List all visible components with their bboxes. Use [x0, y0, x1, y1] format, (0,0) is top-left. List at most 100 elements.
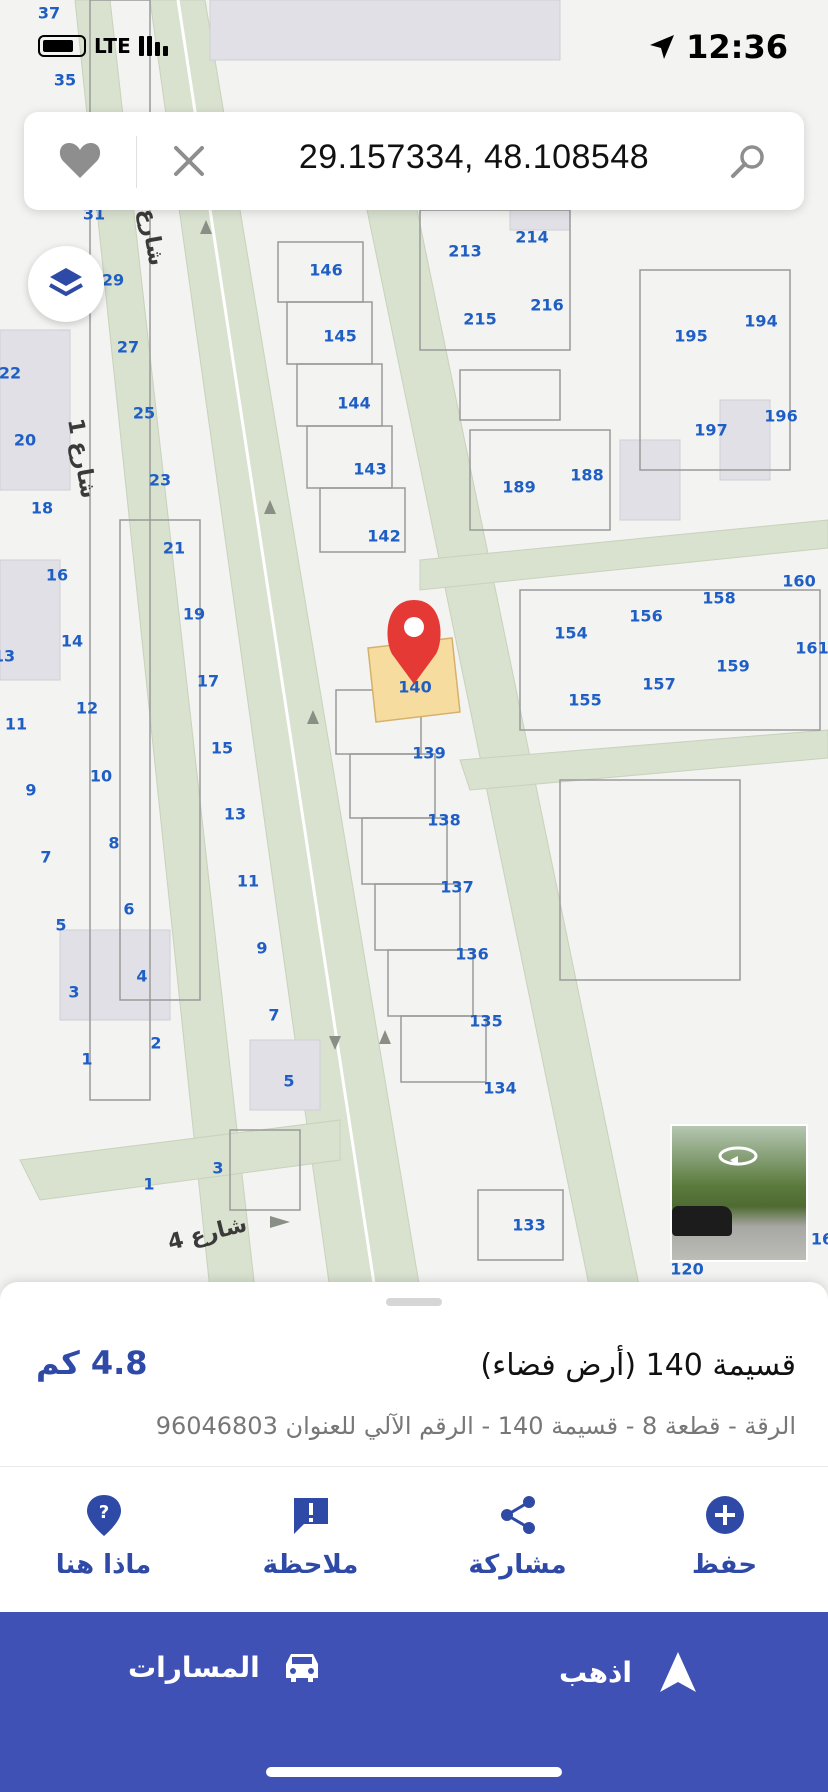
clock: 12:36: [686, 28, 788, 66]
plot-label: 157: [642, 675, 675, 694]
plot-label: 138: [427, 811, 460, 830]
plot-label: 11: [237, 872, 259, 891]
plot-label: 19: [183, 605, 205, 624]
share-icon: [500, 1496, 535, 1534]
plot-label: 3: [68, 983, 79, 1002]
close-icon[interactable]: [170, 142, 208, 180]
plot-label: 23: [149, 471, 171, 490]
plot-label: 216: [530, 296, 563, 315]
place-title: قسيمة 140 (أرض فضاء): [480, 1348, 796, 1383]
place-distance: 4.8 كم: [36, 1344, 148, 1382]
search-divider: [136, 136, 137, 188]
plot-label: 11: [5, 715, 27, 734]
go-button[interactable]: اذهب: [559, 1650, 698, 1694]
sheet-divider: [0, 1466, 828, 1467]
whats-here-button[interactable]: ? ماذا هنا: [0, 1468, 207, 1610]
plot-label: 5: [283, 1072, 294, 1091]
status-left: LTE: [38, 34, 168, 58]
plot-label: 159: [716, 657, 749, 676]
note-label: ملاحظة: [262, 1550, 359, 1580]
note-icon: [293, 1498, 328, 1534]
plot-label: 134: [483, 1079, 516, 1098]
save-label: حفظ: [691, 1550, 758, 1580]
layers-icon: [49, 268, 83, 297]
plot-label: 13: [0, 647, 15, 666]
note-button[interactable]: ملاحظة: [207, 1468, 414, 1610]
plot-label: 136: [455, 945, 488, 964]
plot-label: 194: [744, 312, 777, 331]
plot-label: 13: [224, 805, 246, 824]
plot-label: 10: [90, 767, 112, 786]
plot-label: 7: [268, 1006, 279, 1025]
street-view-car: [672, 1206, 732, 1236]
rotate-360-icon: [718, 1146, 758, 1166]
place-address: الرقة - قطعة 8 - قسيمة 140 - الرقم الآلي…: [155, 1412, 796, 1440]
navigation-bar: اذهب المسارات: [0, 1612, 828, 1792]
whats-here-label: ماذا هنا: [55, 1550, 152, 1580]
action-row: حفظ مشاركة ملاحظة ? ماذا هنا: [0, 1468, 828, 1610]
plot-label: 1: [81, 1050, 92, 1069]
plot-label: 17: [197, 672, 219, 691]
plus-circle-icon: [705, 1496, 744, 1534]
plot-label: 9: [25, 781, 36, 800]
plot-label: 158: [702, 589, 735, 608]
plot-label: 14: [61, 632, 83, 651]
plot-label: 144: [337, 394, 370, 413]
plot-label: 189: [502, 478, 535, 497]
plot-label: 4: [136, 967, 147, 986]
plot-label: 139: [412, 744, 445, 763]
plot-label: 27: [117, 338, 139, 357]
plot-label: 213: [448, 242, 481, 261]
plot-label: 145: [323, 327, 356, 346]
plot-label: 29: [102, 271, 124, 290]
plot-label: 21: [163, 539, 185, 558]
battery-icon: [38, 35, 86, 57]
plot-label: 142: [367, 527, 400, 546]
share-button[interactable]: مشاركة: [414, 1468, 621, 1610]
svg-text:?: ?: [98, 1502, 108, 1523]
car-icon: [285, 1654, 318, 1682]
sheet-grabber[interactable]: [386, 1298, 442, 1306]
search-bar[interactable]: 29.157334, 48.108548: [24, 112, 804, 210]
routes-label: المسارات: [128, 1650, 260, 1684]
search-input[interactable]: 29.157334, 48.108548: [244, 138, 704, 177]
plot-label: 25: [133, 404, 155, 423]
save-button[interactable]: حفظ: [621, 1468, 828, 1610]
street-view-thumbnail[interactable]: [670, 1124, 808, 1262]
search-icon[interactable]: [728, 142, 768, 182]
plot-label: 133: [512, 1216, 545, 1235]
navigation-arrow-icon: [660, 1652, 696, 1692]
plot-label: 156: [629, 607, 662, 626]
plot-label: 9: [256, 939, 267, 958]
layers-button[interactable]: [28, 246, 104, 322]
location-arrow-icon: [650, 35, 675, 59]
plot-label: 143: [353, 460, 386, 479]
plot-label: 1: [143, 1175, 154, 1194]
favorite-heart-icon[interactable]: [58, 140, 102, 180]
network-type: LTE: [94, 34, 131, 58]
plot-label: 16: [811, 1230, 828, 1249]
share-label: مشاركة: [468, 1550, 567, 1580]
plot-label: 20: [14, 431, 36, 450]
routes-button[interactable]: المسارات: [128, 1650, 322, 1684]
plot-label: 135: [469, 1012, 502, 1031]
plot-label: 120: [670, 1260, 703, 1279]
plot-label: 7: [40, 848, 51, 867]
plot-label: 146: [309, 261, 342, 280]
plot-label: 161: [795, 639, 828, 658]
plot-label: 214: [515, 228, 548, 247]
status-right: 12:36: [648, 28, 788, 66]
plot-label: 155: [568, 691, 601, 710]
plot-label: 215: [463, 310, 496, 329]
plot-label: 3: [212, 1159, 223, 1178]
plot-label: 6: [123, 900, 134, 919]
plot-label: 188: [570, 466, 603, 485]
home-indicator[interactable]: [266, 1767, 562, 1777]
plot-label: 197: [694, 421, 727, 440]
question-pin-icon: ?: [86, 1495, 121, 1536]
plot-label: 196: [764, 407, 797, 426]
status-bar: LTE 12:36: [0, 0, 828, 100]
plot-label: 22: [0, 364, 21, 383]
plot-label: 5: [55, 916, 66, 935]
plot-label: 16: [46, 566, 68, 585]
